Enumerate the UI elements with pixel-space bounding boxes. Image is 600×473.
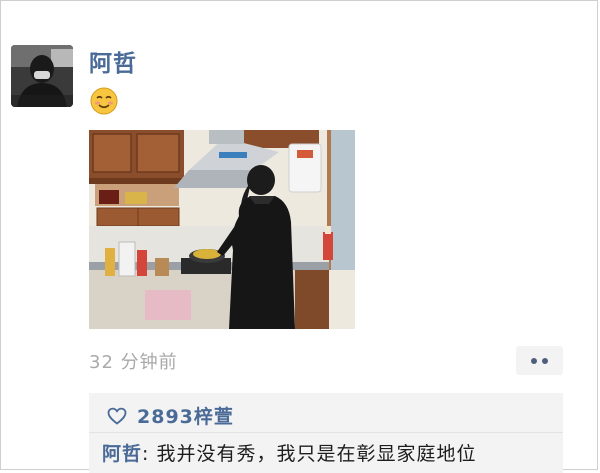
- heart-outline-icon: [107, 407, 127, 425]
- nickname[interactable]: 阿哲: [89, 44, 137, 78]
- comment-item[interactable]: 阿哲: 我并没有秀，我只是在彰显家庭地位: [102, 439, 476, 466]
- divider: [89, 432, 563, 433]
- post-photo[interactable]: [89, 130, 355, 329]
- avatar-image: [11, 45, 73, 107]
- comment-separator: :: [142, 443, 157, 465]
- more-actions-button[interactable]: [516, 346, 563, 375]
- dot-icon: [542, 357, 548, 364]
- moments-post-card: 阿哲 32 分钟前 2893梓萱 阿哲: 我并没有秀，我只是在彰显家庭地位: [0, 0, 598, 473]
- smiling-emoji-icon: [90, 87, 118, 115]
- dot-icon: [531, 357, 537, 364]
- comment-author[interactable]: 阿哲: [102, 443, 142, 465]
- likes-comments-panel: 2893梓萱 阿哲: 我并没有秀，我只是在彰显家庭地位: [89, 393, 563, 473]
- likes-row: 2893梓萱: [107, 402, 234, 429]
- comment-text: 我并没有秀，我只是在彰显家庭地位: [156, 443, 477, 465]
- avatar[interactable]: [11, 45, 73, 107]
- likes-list[interactable]: 2893梓萱: [137, 402, 234, 429]
- post-timestamp: 32 分钟前: [89, 352, 178, 373]
